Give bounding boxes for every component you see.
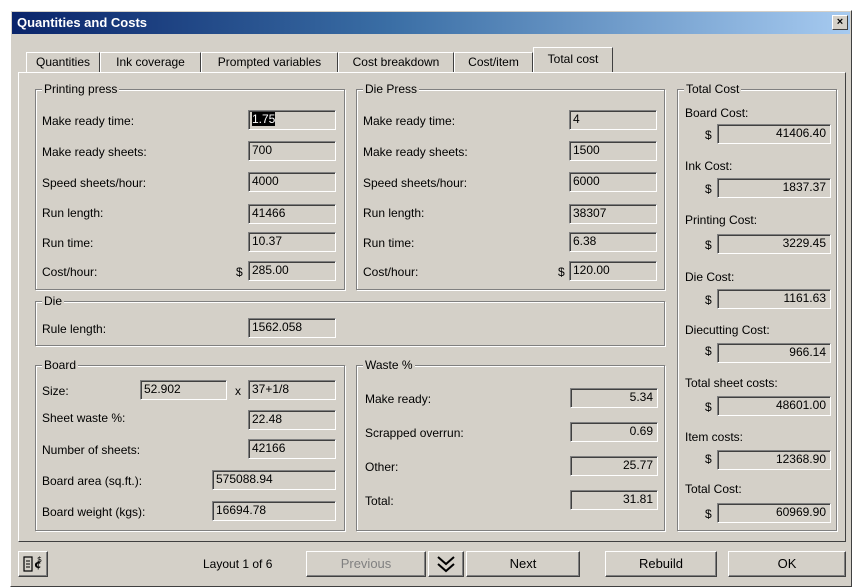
die-press-title: Die Press — [363, 82, 420, 96]
total-sheet-costs-label: Total sheet costs: — [685, 376, 778, 390]
board-cost-label: Board Cost: — [685, 106, 749, 120]
ok-button[interactable]: OK — [728, 551, 846, 577]
waste-other-label: Other: — [365, 460, 399, 474]
tab-prompted-variables[interactable]: Prompted variables — [201, 52, 338, 72]
total-sheet-costs-field[interactable]: 48601.00 — [717, 396, 831, 416]
ink-cost-field[interactable]: 1837.37 — [717, 178, 831, 198]
board-title: Board — [42, 358, 79, 372]
total-cost-label: Total Cost: — [685, 482, 742, 496]
die-title: Die — [42, 294, 65, 308]
waste-total-label: Total: — [365, 494, 394, 508]
waste-scrapped-overrun-label: Scrapped overrun: — [365, 426, 464, 440]
dp-run-length-field[interactable]: 38307 — [569, 204, 657, 224]
ink-cost-currency: $ — [705, 182, 712, 196]
printing-cost-field[interactable]: 3229.45 — [717, 234, 831, 254]
board-size-label: Size: — [42, 384, 69, 398]
board-area-field[interactable]: 575088.94 — [212, 470, 336, 490]
tab-cost-item[interactable]: Cost/item — [454, 52, 533, 72]
number-of-sheets-label: Number of sheets: — [42, 443, 141, 457]
diecutting-cost-label: Diecutting Cost: — [685, 323, 770, 337]
die-cost-field[interactable]: 1161.63 — [717, 289, 831, 309]
dp-make-ready-sheets-field[interactable]: 1500 — [569, 141, 657, 161]
die-cost-currency: $ — [705, 293, 712, 307]
rule-length-label: Rule length: — [42, 322, 107, 336]
tab-total-cost[interactable]: Total cost — [533, 47, 613, 72]
board-cost-field[interactable]: 41406.40 — [717, 124, 831, 144]
tab-quantities[interactable]: Quantities — [26, 52, 100, 72]
expand-button[interactable] — [428, 551, 464, 577]
waste-other-field[interactable]: 25.77 — [570, 456, 658, 476]
pp-make-ready-time-value: 1.75 — [252, 112, 276, 126]
close-button[interactable]: × — [832, 15, 848, 30]
diecutting-cost-field[interactable]: 966.14 — [717, 343, 831, 363]
board-height-field[interactable]: 37+1/8 — [248, 380, 336, 400]
double-chevron-down-icon — [437, 556, 455, 573]
title-bar: Quantities and Costs × — [12, 12, 850, 34]
diecutting-cost-currency: $ — [705, 344, 712, 358]
number-of-sheets-field[interactable]: 42166 — [248, 439, 336, 459]
calculator-cost-icon: ¢ $ — [23, 555, 42, 572]
tab-ink-coverage[interactable]: Ink coverage — [100, 52, 201, 72]
printing-press-title: Printing press — [42, 82, 120, 96]
pp-speed-field[interactable]: 4000 — [248, 172, 336, 192]
dp-cost-hour-label: Cost/hour: — [363, 265, 419, 279]
total-sheet-costs-currency: $ — [705, 400, 712, 414]
pp-make-ready-time-label: Make ready time: — [42, 114, 135, 128]
sheet-waste-field[interactable]: 22.48 — [248, 410, 336, 430]
board-size-x: x — [235, 384, 241, 398]
total-cost-currency: $ — [705, 507, 712, 521]
waste-scrapped-overrun-field[interactable]: 0.69 — [570, 422, 658, 442]
item-costs-field[interactable]: 12368.90 — [717, 450, 831, 470]
pp-make-ready-sheets-field[interactable]: 700 — [248, 141, 336, 161]
pp-make-ready-sheets-label: Make ready sheets: — [42, 145, 147, 159]
dp-make-ready-time-label: Make ready time: — [363, 114, 456, 128]
rule-length-field[interactable]: 1562.058 — [248, 318, 336, 338]
pp-make-ready-time-field[interactable]: 1.75 — [248, 110, 336, 130]
pp-cost-hour-field[interactable]: 285.00 — [248, 261, 336, 281]
dp-run-length-label: Run length: — [363, 206, 425, 220]
waste-total-field[interactable]: 31.81 — [570, 490, 658, 510]
pp-run-length-field[interactable]: 41466 — [248, 204, 336, 224]
pp-run-time-field[interactable]: 10.37 — [248, 232, 336, 252]
sheet-waste-label: Sheet waste %: — [42, 411, 126, 425]
printing-cost-currency: $ — [705, 238, 712, 252]
dp-cost-hour-currency: $ — [558, 265, 565, 279]
die-group: Die — [35, 294, 665, 346]
calculator-button[interactable]: ¢ $ — [18, 551, 48, 577]
dp-make-ready-sheets-label: Make ready sheets: — [363, 145, 468, 159]
total-cost-title: Total Cost — [684, 82, 742, 96]
board-width-field[interactable]: 52.902 — [140, 380, 227, 400]
svg-text:$: $ — [37, 555, 42, 564]
board-weight-field[interactable]: 16694.78 — [212, 501, 336, 521]
dp-run-time-field[interactable]: 6.38 — [569, 232, 657, 252]
dp-cost-hour-field[interactable]: 120.00 — [569, 261, 657, 281]
pp-cost-hour-label: Cost/hour: — [42, 265, 98, 279]
pp-run-length-label: Run length: — [42, 206, 104, 220]
window-title: Quantities and Costs — [17, 15, 148, 30]
waste-title: Waste % — [363, 358, 415, 372]
dp-run-time-label: Run time: — [363, 236, 415, 250]
dp-speed-field[interactable]: 6000 — [569, 172, 657, 192]
board-area-label: Board area (sq.ft.): — [42, 474, 143, 488]
tab-cost-breakdown[interactable]: Cost breakdown — [338, 52, 454, 72]
dp-speed-label: Speed sheets/hour: — [363, 176, 468, 190]
waste-make-ready-field[interactable]: 5.34 — [570, 388, 658, 408]
previous-button[interactable]: Previous — [306, 551, 426, 577]
layout-status: Layout 1 of 6 — [203, 557, 273, 571]
next-button[interactable]: Next — [466, 551, 580, 577]
board-cost-currency: $ — [705, 128, 712, 142]
total-cost-field[interactable]: 60969.90 — [717, 503, 831, 523]
pp-speed-label: Speed sheets/hour: — [42, 176, 147, 190]
pp-cost-hour-currency: $ — [236, 265, 243, 279]
ink-cost-label: Ink Cost: — [685, 159, 733, 173]
dp-make-ready-time-field[interactable]: 4 — [569, 110, 657, 130]
item-costs-currency: $ — [705, 452, 712, 466]
printing-cost-label: Printing Cost: — [685, 213, 758, 227]
rebuild-button[interactable]: Rebuild — [605, 551, 717, 577]
item-costs-label: Item costs: — [685, 430, 744, 444]
pp-run-time-label: Run time: — [42, 236, 94, 250]
waste-make-ready-label: Make ready: — [365, 392, 432, 406]
die-cost-label: Die Cost: — [685, 270, 735, 284]
board-weight-label: Board weight (kgs): — [42, 505, 146, 519]
